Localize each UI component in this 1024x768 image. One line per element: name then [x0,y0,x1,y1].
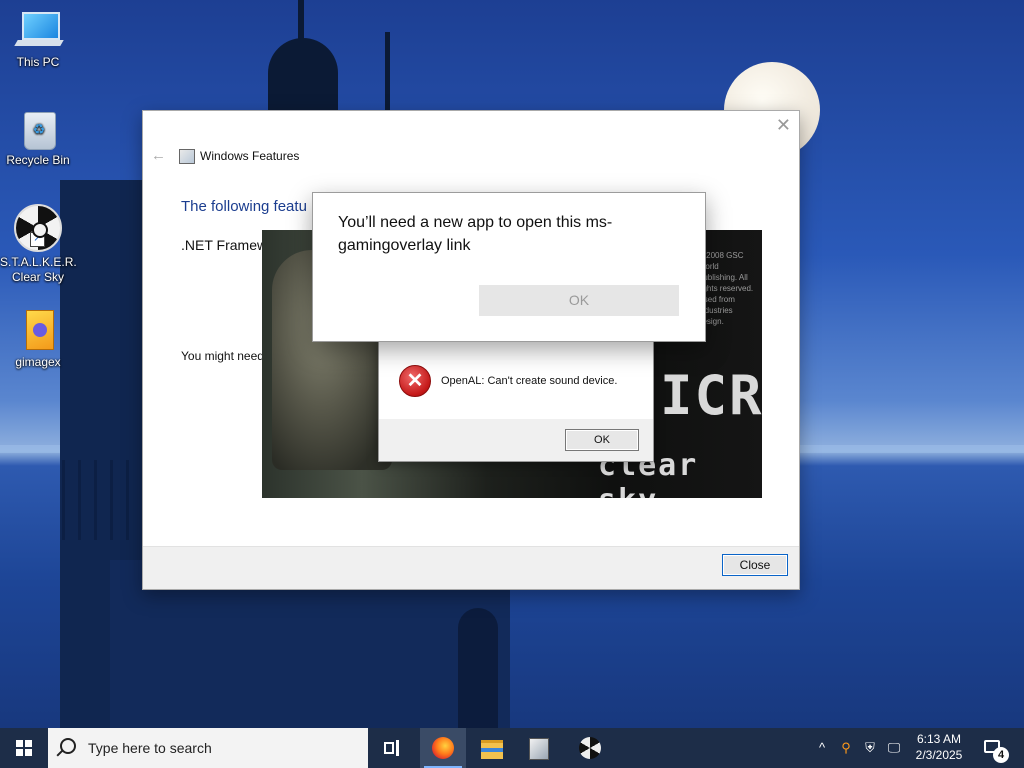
close-icon[interactable]: ✕ [776,115,791,136]
dialog-message: You’ll need a new app to open this ms-ga… [338,214,613,254]
desktop-icon-label: S.T.A.L.K.E.R. Clear Sky [0,255,77,284]
lighthouse-dome-graphic [268,38,338,118]
error-icon: ✕ [399,365,431,397]
desktop-icon-stalker-clear-sky[interactable]: ↗ S.T.A.L.K.E.R. Clear Sky [0,204,77,285]
clock-time: 6:13 AM [916,732,962,746]
back-arrow-icon[interactable]: ← [151,147,166,164]
windows-features-icon [179,149,195,164]
desktop-icon-gimagex[interactable]: gimagex [0,308,76,370]
task-view-button[interactable] [369,728,415,768]
restart-note: You might need [181,349,264,363]
documents-icon [529,738,549,760]
ok-button[interactable]: OK [565,429,639,451]
taskbar: Type here to search ^ ⚲ ⛨ 🖵 6:13 AM 2/3/… [0,728,1024,768]
desktop-icon-label: gimagex [15,355,61,369]
openal-error-dialog: ✕ OpenAL: Can't create sound device. OK [378,340,654,462]
task-view-icon [384,740,400,756]
computer-icon [14,8,64,52]
file-explorer-icon [481,740,503,759]
gamingoverlay-dialog: You’ll need a new app to open this ms-ga… [312,192,706,342]
file-explorer-taskbar-button[interactable] [469,728,515,768]
lighthouse-railing-graphic [62,460,142,540]
close-button[interactable]: Close [722,554,788,576]
firefox-taskbar-button[interactable] [420,728,466,768]
ok-button[interactable]: OK [479,285,679,316]
desktop-icon-label: Recycle Bin [6,153,70,167]
copyright-text: © 2008 GSC World Publishing. All rights … [698,251,754,326]
start-button[interactable] [0,728,48,768]
document-icon [16,308,60,352]
lighthouse-rod-graphic [385,32,390,112]
clock-date: 2/3/2025 [915,748,963,762]
desktop-icon-this-pc[interactable]: This PC [0,8,76,70]
window-title: Windows Features [200,149,300,163]
desktop-icon-recycle-bin[interactable]: ♻ Recycle Bin [0,106,76,168]
dialog-footer: Close [143,546,799,589]
lighthouse-window-graphic [458,608,498,728]
network-icon[interactable]: 🖵 [886,740,902,756]
taskbar-clock[interactable]: 6:13 AM 2/3/2025 [910,731,968,763]
notification-count-badge: 4 [993,747,1009,763]
action-center-button[interactable]: 4 [978,728,1024,768]
feature-name: .NET Framew [181,237,268,253]
error-message: OpenAL: Can't create sound device. [441,375,618,387]
key-icon[interactable]: ⚲ [838,740,854,756]
stalker-taskbar-button[interactable] [567,728,613,768]
search-icon [60,738,76,754]
game-logo: ICR [660,364,762,427]
dialog-footer: OK [379,419,653,461]
search-placeholder: Type here to search [88,740,212,756]
show-hidden-icons-chevron[interactable]: ^ [814,740,830,756]
recycle-bin-icon: ♻ [16,106,60,150]
desktop-icon-label: This PC [16,55,60,69]
page-heading: The following featu [181,198,307,215]
stalker-icon [579,737,601,759]
search-box[interactable]: Type here to search [48,728,368,768]
firefox-icon [432,737,454,759]
radiation-icon: ↗ [14,204,62,252]
shortcut-arrow-icon: ↗ [30,232,45,247]
security-shield-icon[interactable]: ⛨ [862,740,878,756]
documents-taskbar-button[interactable] [516,728,562,768]
windows-logo-icon [16,740,32,756]
